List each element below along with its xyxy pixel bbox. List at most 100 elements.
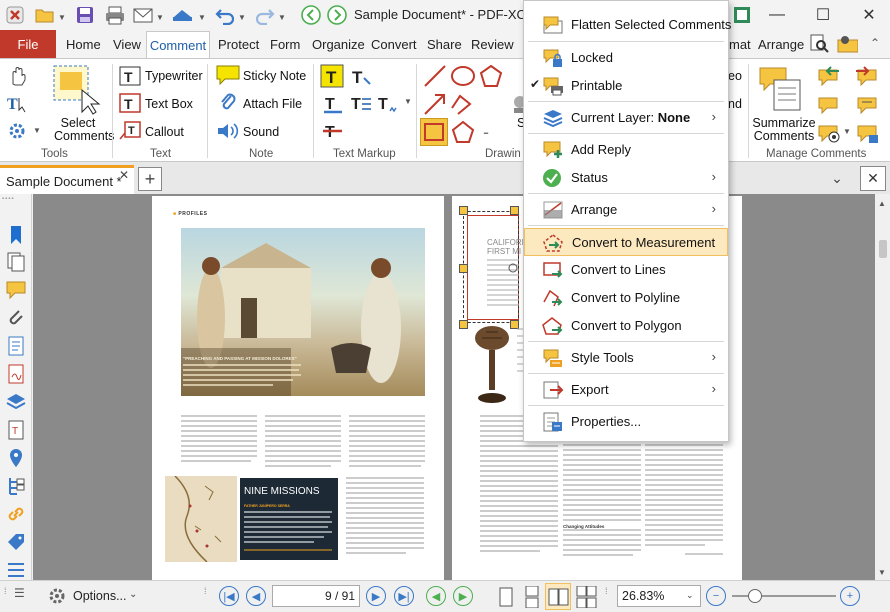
zoom-dropdown-icon[interactable]: ⌄ <box>686 590 694 601</box>
dropdown-arrow-icon[interactable]: ▼ <box>33 126 41 135</box>
select-comments-label[interactable]: Select Comments <box>54 117 114 143</box>
maximize-button[interactable]: ☐ <box>800 0 846 30</box>
search-tools-icon[interactable] <box>808 32 830 54</box>
close-document-button[interactable]: ✕ <box>860 166 886 191</box>
callout-icon[interactable]: T <box>119 121 141 144</box>
dropdown-arrow-icon[interactable]: ▼ <box>198 13 206 22</box>
previous-view-button[interactable]: ◀ <box>426 586 446 606</box>
dropdown-arrow-icon[interactable]: ▼ <box>404 97 412 106</box>
options-dropdown-icon[interactable]: ⌄ <box>129 589 137 600</box>
sidebar-options-icon[interactable] <box>5 559 27 581</box>
typewriter-label[interactable]: Typewriter <box>145 69 203 83</box>
tab-organize[interactable]: Organize <box>312 34 365 56</box>
signatures-icon[interactable] <box>5 363 27 385</box>
attach-file-label[interactable]: Attach File <box>243 97 302 111</box>
attach-file-icon[interactable] <box>218 92 238 117</box>
scan-icon[interactable] <box>170 4 192 26</box>
statusbar-grip[interactable]: ⁞ <box>605 586 608 596</box>
show-comments-icon[interactable] <box>817 122 841 147</box>
menu-convert-to-lines[interactable]: Convert to Lines <box>524 256 728 284</box>
resize-handle[interactable] <box>459 264 468 273</box>
tab-arrange[interactable]: Arrange <box>758 34 804 56</box>
statusbar-menu-icon[interactable]: ☰ <box>14 586 25 600</box>
tab-review[interactable]: Review <box>471 34 514 56</box>
menu-export[interactable]: Export › <box>524 376 728 404</box>
comments-panel-icon[interactable] <box>5 279 27 301</box>
dropdown-arrow-icon[interactable]: ▼ <box>156 13 164 22</box>
resize-handle[interactable] <box>459 320 468 329</box>
zoom-out-button[interactable]: − <box>706 586 726 606</box>
summarize-comments-icon[interactable] <box>756 64 806 117</box>
tab-list-icon[interactable]: ⌄ <box>826 167 848 189</box>
menu-arrange[interactable]: Arrange › <box>524 196 728 224</box>
close-window-button[interactable]: ✕ <box>846 0 890 30</box>
tab-home[interactable]: Home <box>66 34 101 56</box>
minimize-button[interactable]: — <box>754 0 800 30</box>
last-page-button[interactable]: ▶| <box>394 586 414 606</box>
undo-icon[interactable] <box>214 4 236 26</box>
highlight-text-icon[interactable]: T <box>320 64 344 91</box>
arrow-tool-icon[interactable] <box>423 92 447 119</box>
scroll-up-icon[interactable]: ▲ <box>878 199 886 208</box>
thumbnails-icon[interactable] <box>5 251 27 273</box>
resize-handle[interactable] <box>459 206 468 215</box>
menu-properties[interactable]: Properties... <box>524 408 728 436</box>
strikeout-text-icon[interactable]: T <box>322 120 344 145</box>
sound-icon[interactable] <box>216 121 240 144</box>
next-page-button[interactable]: ▶ <box>366 586 386 606</box>
comments-list-icon[interactable] <box>817 94 841 119</box>
links-icon[interactable] <box>5 503 27 525</box>
menu-item-partial-top[interactable] <box>542 0 722 3</box>
dropdown-arrow-icon[interactable]: ▼ <box>58 13 66 22</box>
single-page-view-icon[interactable] <box>496 586 516 611</box>
tab-format-partial[interactable]: mat <box>729 34 751 56</box>
options-label[interactable]: Options... <box>73 589 127 603</box>
sidebar-grip[interactable]: ▪▪▪▪ <box>2 196 30 206</box>
statusbar-grip[interactable]: ⁞ <box>204 586 207 596</box>
new-tab-button[interactable]: + <box>138 167 162 191</box>
collapse-ribbon-icon[interactable]: ⌃ <box>870 36 880 50</box>
text-box-label[interactable]: Text Box <box>145 97 193 111</box>
redo-icon[interactable] <box>254 4 276 26</box>
forward-icon[interactable] <box>326 4 348 26</box>
facing-continuous-view-icon[interactable] <box>576 585 598 611</box>
back-icon[interactable] <box>300 4 322 26</box>
resize-handle[interactable] <box>510 206 519 215</box>
menu-convert-to-polyline[interactable]: Convert to Polyline <box>524 284 728 312</box>
page-number-input[interactable]: 9 / 91 <box>272 585 360 607</box>
continuous-view-icon[interactable] <box>522 585 542 611</box>
fields-icon[interactable]: T <box>5 419 27 441</box>
dropdown-arrow-icon[interactable]: ▼ <box>278 13 286 22</box>
next-view-button[interactable]: ▶ <box>453 586 473 606</box>
menu-add-reply[interactable]: Add Reply <box>524 136 728 164</box>
content-icon[interactable] <box>5 335 27 357</box>
dropdown-arrow-icon[interactable]: ▼ <box>843 127 851 136</box>
oval-tool-icon[interactable] <box>450 64 476 91</box>
attachments-icon[interactable] <box>5 307 27 329</box>
previous-page-button[interactable]: ◀ <box>246 586 266 606</box>
drawing-more-icon[interactable]: - <box>483 122 489 143</box>
squiggly-text-icon[interactable]: T <box>376 93 400 118</box>
tags-icon[interactable] <box>5 531 27 553</box>
statusbar-grip[interactable]: ⁞ <box>4 586 7 596</box>
menu-style-tools[interactable]: Style Tools › <box>524 344 728 372</box>
typewriter-icon[interactable]: T <box>119 66 141 89</box>
export-comments-icon[interactable] <box>856 66 880 91</box>
structure-icon[interactable] <box>5 475 27 497</box>
options-gear-icon[interactable] <box>46 585 68 610</box>
menu-printable[interactable]: ✔ Printable <box>524 72 728 100</box>
tab-share[interactable]: Share <box>427 34 462 56</box>
email-icon[interactable] <box>132 4 154 26</box>
rectangle-tool-icon[interactable] <box>423 121 445 146</box>
menu-locked[interactable]: Locked <box>524 44 728 72</box>
sticky-note-label[interactable]: Sticky Note <box>243 69 306 83</box>
tab-form[interactable]: Form <box>270 34 300 56</box>
fullscreen-icon[interactable] <box>731 4 753 26</box>
document-tab[interactable]: Sample Document * <box>0 165 134 194</box>
zoom-in-button[interactable]: + <box>840 586 860 606</box>
tab-file[interactable]: File <box>0 30 56 58</box>
scrollbar-thumb[interactable] <box>879 240 887 258</box>
replace-text-icon[interactable]: T <box>349 93 373 118</box>
select-text-icon[interactable]: T <box>6 92 32 117</box>
sound-label[interactable]: Sound <box>243 125 279 139</box>
